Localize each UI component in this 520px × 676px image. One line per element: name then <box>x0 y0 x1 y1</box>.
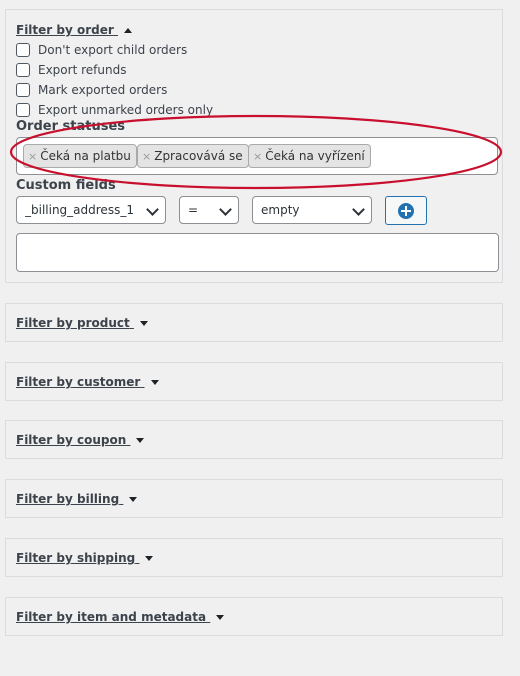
filter-by-coupon-panel: Filter by coupon <box>5 420 503 459</box>
export-refunds-checkbox[interactable] <box>16 63 30 77</box>
caret-down-icon <box>139 321 148 326</box>
filter-by-customer-toggle[interactable]: Filter by customer <box>16 375 159 389</box>
filter-by-product-toggle[interactable]: Filter by product <box>16 316 148 330</box>
filter-by-order-toggle[interactable]: Filter by order <box>16 23 132 37</box>
order-status-tag: × Čeká na vyřízení <box>248 144 371 168</box>
value-select-value: empty <box>261 203 300 217</box>
section-title: Filter by customer <box>16 375 141 389</box>
tag-remove-icon[interactable]: × <box>28 150 37 163</box>
filter-by-customer-panel: Filter by customer <box>5 362 503 401</box>
section-title: Filter by coupon <box>16 433 127 447</box>
export-unmarked-orders-only-checkbox[interactable] <box>16 103 30 117</box>
filter-by-item-and-metadata-toggle[interactable]: Filter by item and metadata <box>16 610 225 624</box>
checkbox-label: Export refunds <box>38 63 127 77</box>
tag-label: Čeká na vyřízení <box>265 149 365 163</box>
filter-by-shipping-toggle[interactable]: Filter by shipping <box>16 551 154 565</box>
caret-down-icon <box>145 556 154 561</box>
mark-exported-orders-checkbox[interactable] <box>16 83 30 97</box>
section-title: Filter by product <box>16 316 130 330</box>
operator-select-value: = <box>188 203 199 217</box>
custom-field-select-value: _billing_address_1 <box>25 203 134 217</box>
caret-down-icon <box>216 615 225 620</box>
section-title: Filter by billing <box>16 492 120 506</box>
dont-export-child-orders-checkbox[interactable] <box>16 43 30 57</box>
order-statuses-label: Order statuses <box>16 119 126 134</box>
tag-remove-icon[interactable]: × <box>142 150 151 163</box>
checkbox-label: Export unmarked orders only <box>38 103 214 117</box>
caret-down-icon <box>150 380 159 385</box>
checkbox-row-refunds[interactable]: Export refunds <box>16 61 126 79</box>
checkbox-row-mark-exported[interactable]: Mark exported orders <box>16 81 167 99</box>
operator-select[interactable]: = <box>179 196 239 224</box>
filter-by-billing-toggle[interactable]: Filter by billing <box>16 492 138 506</box>
tag-label: Zpracovává se <box>154 149 243 163</box>
custom-fields-label: Custom fields <box>16 178 116 193</box>
chevron-down-icon <box>219 203 232 216</box>
filter-by-product-panel: Filter by product <box>5 303 503 342</box>
custom-field-select[interactable]: _billing_address_1 <box>16 196 166 224</box>
filter-by-coupon-toggle[interactable]: Filter by coupon <box>16 433 145 447</box>
chevron-down-icon <box>352 203 365 216</box>
order-status-tag: × Čeká na platbu <box>23 144 137 168</box>
order-statuses-multiselect[interactable]: × Čeká na platbu × Zpracovává se × Čeká … <box>16 137 498 175</box>
add-custom-field-button[interactable] <box>385 196 427 225</box>
caret-up-icon <box>123 28 132 33</box>
section-title: Filter by shipping <box>16 551 136 565</box>
filter-by-order-title: Filter by order <box>16 23 114 37</box>
tag-remove-icon[interactable]: × <box>253 150 262 163</box>
tag-label: Čeká na platbu <box>40 149 131 163</box>
section-title: Filter by item and metadata <box>16 610 207 624</box>
chevron-down-icon <box>146 203 159 216</box>
checkbox-row-child-orders[interactable]: Don't export child orders <box>16 41 187 59</box>
filter-by-item-and-metadata-panel: Filter by item and metadata <box>5 597 503 636</box>
value-select[interactable]: empty <box>252 196 372 224</box>
caret-down-icon <box>136 438 145 443</box>
checkbox-row-unmarked-only[interactable]: Export unmarked orders only <box>16 101 213 119</box>
checkbox-label: Mark exported orders <box>38 83 168 97</box>
filter-by-shipping-panel: Filter by shipping <box>5 538 503 577</box>
plus-circle-icon <box>398 202 414 219</box>
filter-by-order-panel: Filter by order Don't export child order… <box>5 9 503 283</box>
checkbox-label: Don't export child orders <box>38 43 188 57</box>
custom-fields-textarea[interactable] <box>16 233 499 272</box>
caret-down-icon <box>129 497 138 502</box>
filter-by-billing-panel: Filter by billing <box>5 479 503 518</box>
order-status-tag: × Zpracovává se <box>137 144 249 168</box>
